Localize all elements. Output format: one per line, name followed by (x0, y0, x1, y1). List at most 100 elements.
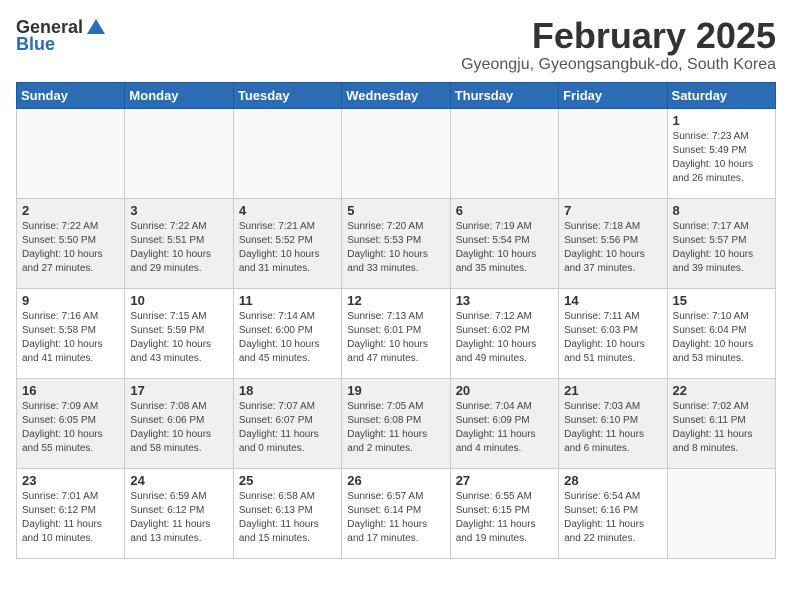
weekday-header-wednesday: Wednesday (342, 82, 450, 108)
day-info: Sunrise: 7:15 AM Sunset: 5:59 PM Dayligh… (130, 310, 227, 366)
day-number: 7 (564, 203, 661, 218)
day-info: Sunrise: 7:20 AM Sunset: 5:53 PM Dayligh… (347, 220, 444, 276)
day-number: 22 (673, 383, 770, 398)
day-number: 23 (22, 473, 119, 488)
weekday-header-sunday: Sunday (17, 82, 125, 108)
calendar-day-cell: 17 Sunrise: 7:08 AM Sunset: 6:06 PM Dayli… (125, 378, 233, 468)
calendar-day-cell: 28 Sunrise: 6:54 AM Sunset: 6:16 PM Dayli… (559, 468, 667, 558)
day-info: Sunrise: 7:18 AM Sunset: 5:56 PM Dayligh… (564, 220, 661, 276)
title-section: February 2025 Gyeongju, Gyeongsangbuk-do… (461, 16, 776, 74)
day-number: 5 (347, 203, 444, 218)
day-info: Sunrise: 7:17 AM Sunset: 5:57 PM Dayligh… (673, 220, 770, 276)
day-info: Sunrise: 7:07 AM Sunset: 6:07 PM Dayligh… (239, 400, 336, 456)
day-number: 17 (130, 383, 227, 398)
day-number: 4 (239, 203, 336, 218)
calendar-day-cell: 4 Sunrise: 7:21 AM Sunset: 5:52 PM Daylig… (233, 198, 341, 288)
calendar-day-cell: 14Sunrise: 7:11 AM Sunset: 6:03 PM Dayli… (559, 288, 667, 378)
calendar-day-cell: 3 Sunrise: 7:22 AM Sunset: 5:51 PM Daylig… (125, 198, 233, 288)
day-number: 3 (130, 203, 227, 218)
day-info: Sunrise: 7:21 AM Sunset: 5:52 PM Dayligh… (239, 220, 336, 276)
weekday-header-row: SundayMondayTuesdayWednesdayThursdayFrid… (17, 82, 776, 108)
page-header: General Blue February 2025 Gyeongju, Gye… (16, 16, 776, 74)
day-number: 28 (564, 473, 661, 488)
day-info: Sunrise: 7:22 AM Sunset: 5:50 PM Dayligh… (22, 220, 119, 276)
calendar-day-cell (342, 108, 450, 198)
day-info: Sunrise: 7:12 AM Sunset: 6:02 PM Dayligh… (456, 310, 553, 366)
calendar-day-cell: 11Sunrise: 7:14 AM Sunset: 6:00 PM Dayli… (233, 288, 341, 378)
day-number: 2 (22, 203, 119, 218)
day-info: Sunrise: 6:57 AM Sunset: 6:14 PM Dayligh… (347, 490, 444, 546)
day-info: Sunrise: 7:22 AM Sunset: 5:51 PM Dayligh… (130, 220, 227, 276)
calendar-day-cell (125, 108, 233, 198)
calendar-day-cell: 25 Sunrise: 6:58 AM Sunset: 6:13 PM Dayli… (233, 468, 341, 558)
day-number: 24 (130, 473, 227, 488)
calendar-day-cell: 18 Sunrise: 7:07 AM Sunset: 6:07 PM Dayli… (233, 378, 341, 468)
day-number: 1 (673, 113, 770, 128)
day-number: 13 (456, 293, 553, 308)
calendar-day-cell: 27 Sunrise: 6:55 AM Sunset: 6:15 PM Dayli… (450, 468, 558, 558)
calendar-day-cell (17, 108, 125, 198)
day-number: 6 (456, 203, 553, 218)
calendar-week-row: 23Sunrise: 7:01 AM Sunset: 6:12 PM Dayli… (17, 468, 776, 558)
day-number: 26 (347, 473, 444, 488)
calendar-day-cell: 9 Sunrise: 7:16 AM Sunset: 5:58 PM Daylig… (17, 288, 125, 378)
day-info: Sunrise: 7:05 AM Sunset: 6:08 PM Dayligh… (347, 400, 444, 456)
day-number: 12 (347, 293, 444, 308)
calendar-day-cell: 22Sunrise: 7:02 AM Sunset: 6:11 PM Dayli… (667, 378, 775, 468)
calendar-day-cell: 7 Sunrise: 7:18 AM Sunset: 5:56 PM Daylig… (559, 198, 667, 288)
calendar-day-cell (450, 108, 558, 198)
calendar-day-cell: 16 Sunrise: 7:09 AM Sunset: 6:05 PM Dayli… (17, 378, 125, 468)
calendar-day-cell: 13 Sunrise: 7:12 AM Sunset: 6:02 PM Dayli… (450, 288, 558, 378)
day-info: Sunrise: 6:54 AM Sunset: 6:16 PM Dayligh… (564, 490, 661, 546)
day-number: 20 (456, 383, 553, 398)
calendar-day-cell: 20 Sunrise: 7:04 AM Sunset: 6:09 PM Dayli… (450, 378, 558, 468)
day-info: Sunrise: 7:04 AM Sunset: 6:09 PM Dayligh… (456, 400, 553, 456)
day-number: 9 (22, 293, 119, 308)
day-number: 25 (239, 473, 336, 488)
calendar-day-cell: 5 Sunrise: 7:20 AM Sunset: 5:53 PM Daylig… (342, 198, 450, 288)
calendar-day-cell (233, 108, 341, 198)
day-info: Sunrise: 7:13 AM Sunset: 6:01 PM Dayligh… (347, 310, 444, 366)
calendar-day-cell: 24Sunrise: 6:59 AM Sunset: 6:12 PM Dayli… (125, 468, 233, 558)
calendar-day-cell: 15Sunrise: 7:10 AM Sunset: 6:04 PM Dayli… (667, 288, 775, 378)
day-number: 11 (239, 293, 336, 308)
day-number: 19 (347, 383, 444, 398)
calendar-week-row: 1Sunrise: 7:23 AM Sunset: 5:49 PM Daylig… (17, 108, 776, 198)
weekday-header-friday: Friday (559, 82, 667, 108)
calendar-table: SundayMondayTuesdayWednesdayThursdayFrid… (16, 82, 776, 559)
calendar-day-cell: 1Sunrise: 7:23 AM Sunset: 5:49 PM Daylig… (667, 108, 775, 198)
day-info: Sunrise: 7:11 AM Sunset: 6:03 PM Dayligh… (564, 310, 661, 366)
calendar-week-row: 2 Sunrise: 7:22 AM Sunset: 5:50 PM Daylig… (17, 198, 776, 288)
calendar-week-row: 9 Sunrise: 7:16 AM Sunset: 5:58 PM Daylig… (17, 288, 776, 378)
calendar-day-cell: 12 Sunrise: 7:13 AM Sunset: 6:01 PM Dayli… (342, 288, 450, 378)
day-info: Sunrise: 7:19 AM Sunset: 5:54 PM Dayligh… (456, 220, 553, 276)
day-number: 27 (456, 473, 553, 488)
location-subtitle: Gyeongju, Gyeongsangbuk-do, South Korea (461, 56, 776, 74)
calendar-week-row: 16 Sunrise: 7:09 AM Sunset: 6:05 PM Dayli… (17, 378, 776, 468)
calendar-day-cell: 2 Sunrise: 7:22 AM Sunset: 5:50 PM Daylig… (17, 198, 125, 288)
calendar-day-cell: 26 Sunrise: 6:57 AM Sunset: 6:14 PM Dayli… (342, 468, 450, 558)
weekday-header-saturday: Saturday (667, 82, 775, 108)
day-info: Sunrise: 7:08 AM Sunset: 6:06 PM Dayligh… (130, 400, 227, 456)
calendar-day-cell: 8 Sunrise: 7:17 AM Sunset: 5:57 PM Daylig… (667, 198, 775, 288)
calendar-day-cell: 10 Sunrise: 7:15 AM Sunset: 5:59 PM Dayli… (125, 288, 233, 378)
day-info: Sunrise: 7:16 AM Sunset: 5:58 PM Dayligh… (22, 310, 119, 366)
weekday-header-monday: Monday (125, 82, 233, 108)
day-number: 18 (239, 383, 336, 398)
day-number: 16 (22, 383, 119, 398)
calendar-day-cell: 21Sunrise: 7:03 AM Sunset: 6:10 PM Dayli… (559, 378, 667, 468)
weekday-header-tuesday: Tuesday (233, 82, 341, 108)
day-info: Sunrise: 7:03 AM Sunset: 6:10 PM Dayligh… (564, 400, 661, 456)
day-info: Sunrise: 6:55 AM Sunset: 6:15 PM Dayligh… (456, 490, 553, 546)
day-info: Sunrise: 6:58 AM Sunset: 6:13 PM Dayligh… (239, 490, 336, 546)
calendar-day-cell: 23Sunrise: 7:01 AM Sunset: 6:12 PM Dayli… (17, 468, 125, 558)
logo-icon (85, 16, 107, 38)
day-info: Sunrise: 7:10 AM Sunset: 6:04 PM Dayligh… (673, 310, 770, 366)
day-number: 8 (673, 203, 770, 218)
logo: General Blue (16, 16, 107, 55)
calendar-day-cell (559, 108, 667, 198)
calendar-day-cell: 6 Sunrise: 7:19 AM Sunset: 5:54 PM Daylig… (450, 198, 558, 288)
day-number: 10 (130, 293, 227, 308)
calendar-day-cell (667, 468, 775, 558)
day-info: Sunrise: 7:09 AM Sunset: 6:05 PM Dayligh… (22, 400, 119, 456)
